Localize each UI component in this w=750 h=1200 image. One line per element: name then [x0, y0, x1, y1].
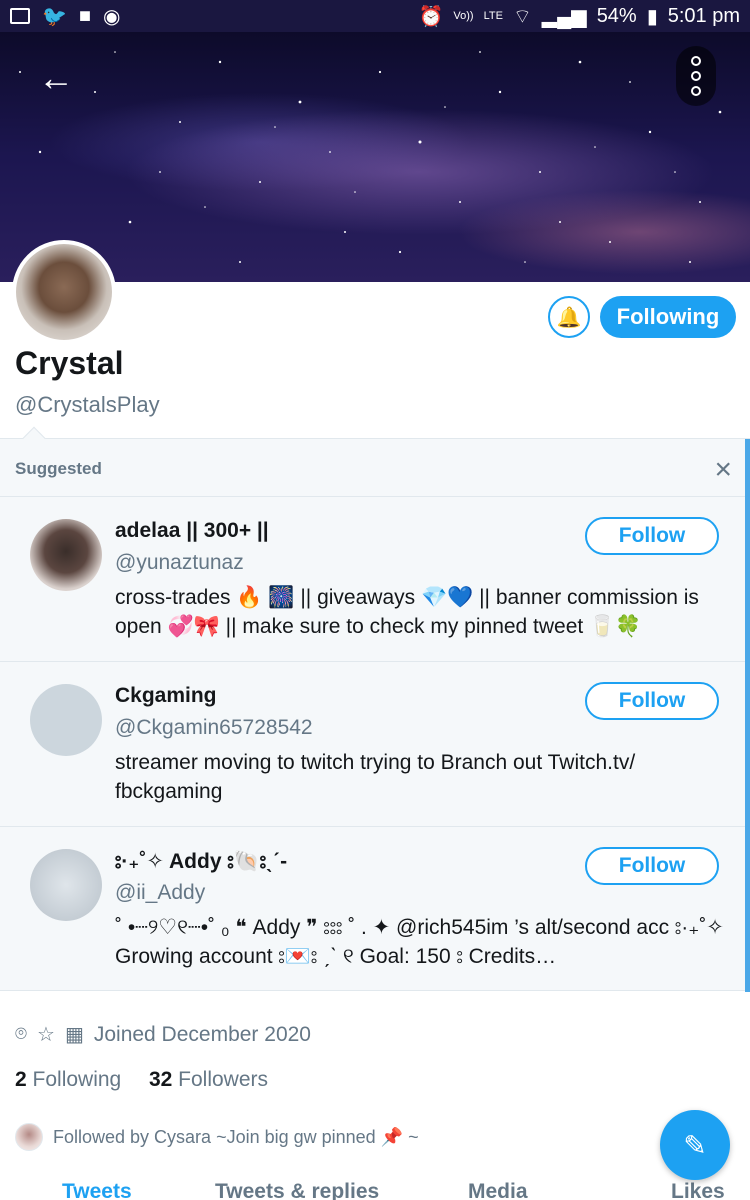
joined-date: Joined December 2020: [93, 1022, 311, 1046]
account-bio: cross-trades 🔥 🎆 || giveaways 💎💙 || bann…: [115, 586, 699, 638]
status-bar: 🐦 ■ ◉ ⏰ Vo)) LTE ⌔ ▂▄▆ 54% ▮ 5:01 pm: [0, 0, 750, 32]
starfield: [19, 51, 722, 263]
gallery-icon: [10, 8, 30, 24]
suggested-panel: Suggested × adelaa || 300+ || @yunaztuna…: [0, 426, 750, 992]
calendar-icon: ▦: [64, 1024, 84, 1046]
suggested-account-card[interactable]: Ckgaming @Ckgamin65728542 streamer movin…: [0, 662, 745, 827]
tab-tweets[interactable]: Tweets: [62, 1180, 132, 1200]
location-icon: ⌾: [15, 1023, 27, 1045]
tab-tweets-replies[interactable]: Tweets & replies: [215, 1180, 379, 1200]
lte-label: LTE: [483, 10, 503, 22]
profile-meta: ⌾ ☆ ▦ Joined December 2020: [15, 1022, 311, 1047]
account-handle: @yunaztunaz: [115, 551, 244, 574]
star-icon: ☆: [37, 1024, 55, 1046]
account-bio: ˚ •┈୨♡୧┈•˚ ₀ ❝ Addy ❞ ⦂⦂⦂ ˚ . ✦ @rich545…: [115, 916, 724, 968]
account-avatar[interactable]: [30, 849, 102, 921]
profile-handle: @CrystalsPlay: [15, 392, 160, 417]
tab-media[interactable]: Media: [468, 1180, 528, 1200]
tab-likes[interactable]: Likes: [671, 1180, 725, 1200]
wifi-icon: ⌔: [512, 5, 532, 28]
following-count-link[interactable]: 2 Following: [15, 1068, 121, 1091]
notification-icon: ◉: [103, 5, 121, 28]
notification-bell-icon[interactable]: 🔔: [548, 296, 590, 338]
battery-icon: ▮: [646, 5, 658, 28]
follow-button[interactable]: Follow: [585, 682, 719, 720]
follower-avatar: [15, 1123, 43, 1151]
account-name[interactable]: adelaa || 300+ ||: [115, 519, 269, 543]
account-handle: @ii_Addy: [115, 881, 206, 904]
profile-tabs: Tweets Tweets & replies Media Likes: [0, 1172, 750, 1200]
following-button[interactable]: Following: [600, 296, 736, 338]
twitter-icon: 🐦: [42, 5, 67, 28]
profile-banner[interactable]: ←: [0, 32, 750, 282]
suggested-account-card[interactable]: adelaa || 300+ || @yunaztunaz cross-trad…: [0, 497, 745, 662]
account-avatar[interactable]: [30, 519, 102, 591]
suggested-account-card[interactable]: ⦂·₊˚✧ Addy ⦂🐚⦂ˎˊ- @ii_Addy ˚ •┈୨♡୧┈•˚ ₀ …: [0, 827, 745, 992]
video-icon: ■: [78, 4, 91, 27]
follow-button[interactable]: Follow: [585, 847, 719, 885]
more-options-icon[interactable]: [676, 46, 716, 106]
follow-button[interactable]: Follow: [585, 517, 719, 555]
display-name: Crystal: [15, 345, 124, 381]
followers-count-link[interactable]: 32 Followers: [149, 1068, 268, 1091]
followed-by-text: Followed by Cysara ~Join big gw pinned 📌…: [53, 1126, 419, 1147]
volte-label: Vo)): [453, 9, 474, 22]
compose-tweet-icon[interactable]: ✎: [660, 1110, 730, 1180]
account-avatar[interactable]: [30, 684, 102, 756]
follow-counts: 2 Following 32 Followers: [15, 1068, 268, 1092]
close-icon[interactable]: ×: [714, 455, 732, 485]
profile-screen: 🐦 ■ ◉ ⏰ Vo)) LTE ⌔ ▂▄▆ 54% ▮ 5:01 pm ← 🔔…: [0, 0, 750, 1200]
signal-icon: ▂▄▆: [541, 5, 587, 28]
account-bio: streamer moving to twitch trying to Bran…: [115, 751, 636, 803]
suggested-title: Suggested: [15, 459, 102, 478]
account-handle: @Ckgamin65728542: [115, 716, 313, 739]
alarm-icon: ⏰: [418, 5, 444, 28]
followed-by[interactable]: Followed by Cysara ~Join big gw pinned 📌…: [15, 1123, 419, 1151]
account-name[interactable]: ⦂·₊˚✧ Addy ⦂🐚⦂ˎˊ-: [115, 849, 287, 874]
back-arrow-icon[interactable]: ←: [30, 52, 82, 104]
battery-percent: 54%: [596, 4, 637, 27]
profile-avatar[interactable]: [12, 240, 116, 344]
account-name[interactable]: Ckgaming: [115, 684, 217, 708]
scrollbar[interactable]: [745, 439, 750, 992]
clock: 5:01 pm: [667, 4, 740, 27]
